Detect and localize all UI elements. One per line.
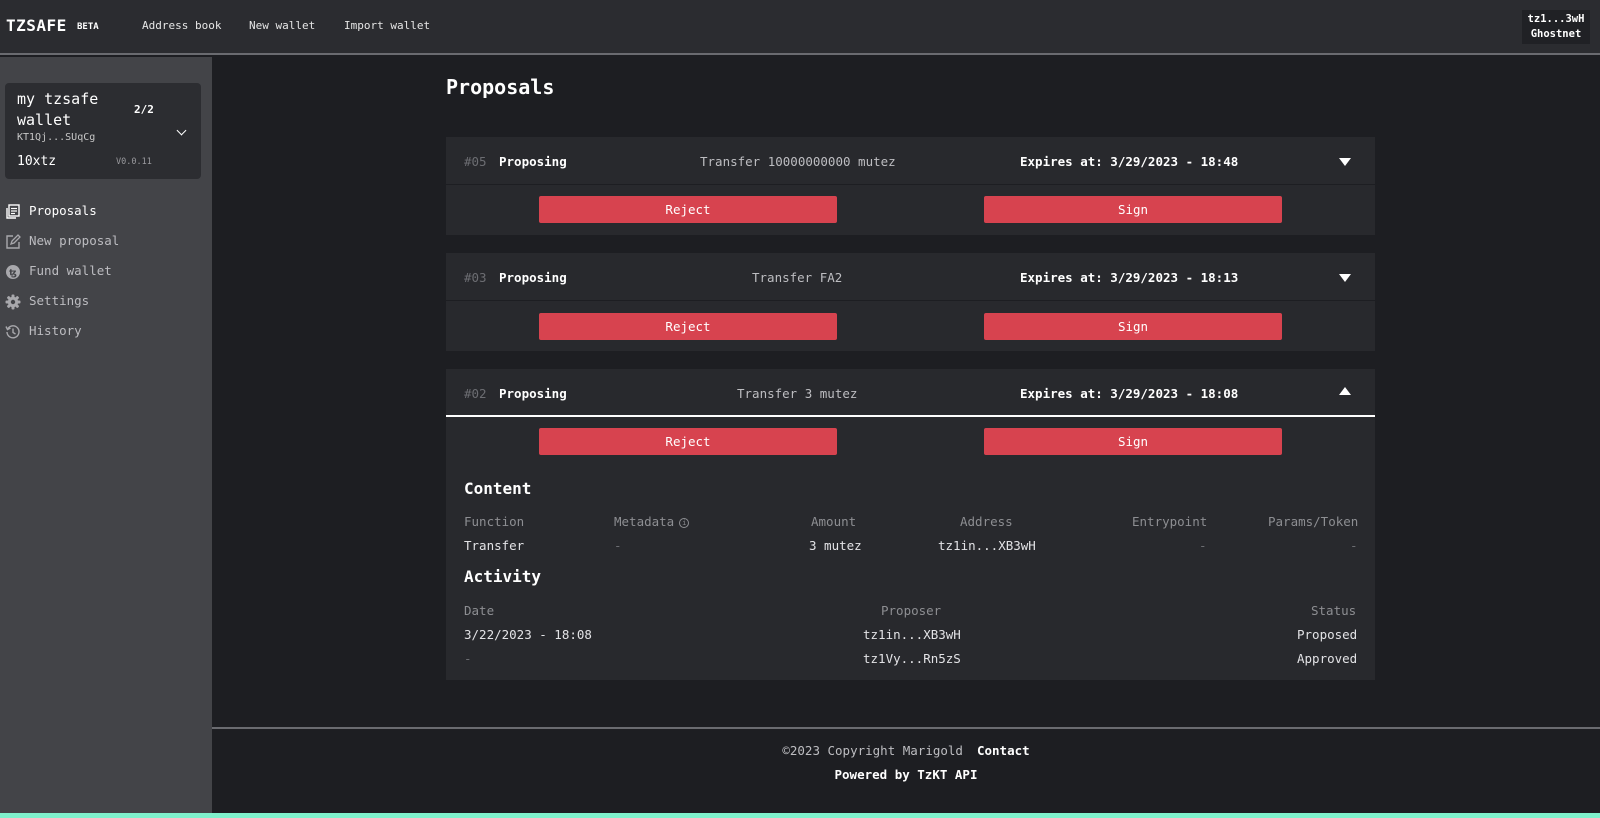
column-proposer: Proposer xyxy=(881,603,942,618)
proposal-description: Transfer FA2 xyxy=(752,270,843,285)
brand-logo[interactable]: TZSAFE xyxy=(6,16,67,35)
sign-button[interactable]: Sign xyxy=(984,313,1282,340)
proposal-expiry: Expires at: 3/29/2023 - 18:48 xyxy=(1020,154,1239,169)
content-metadata: - xyxy=(614,538,622,553)
column-status: Status xyxy=(1311,603,1357,618)
activity-proposer[interactable]: tz1in...XB3wH xyxy=(863,627,961,642)
wallet-name: my tzsafe wallet xyxy=(17,90,99,129)
proposal-card: #05 Proposing Transfer 10000000000 mutez… xyxy=(446,137,1375,235)
proposals-icon xyxy=(6,204,20,219)
reject-button[interactable]: Reject xyxy=(539,428,837,455)
activity-proposer[interactable]: tz1Vy...Rn5zS xyxy=(863,651,961,666)
proposal-description: Transfer 3 mutez xyxy=(737,386,858,401)
app-version: V0.0.11 xyxy=(116,157,152,167)
activity-date: - xyxy=(464,651,472,666)
account-button[interactable]: tz1...3wH Ghostnet xyxy=(1522,10,1590,44)
copyright-text: ©2023 Copyright Marigold xyxy=(782,743,963,758)
proposal-expiry: Expires at: 3/29/2023 - 18:13 xyxy=(1020,270,1239,285)
sidebar-item-history[interactable]: History xyxy=(5,322,195,340)
gear-icon xyxy=(5,294,21,310)
activity-heading: Activity xyxy=(464,567,542,586)
svg-text:ꜩ: ꜩ xyxy=(9,269,17,279)
beta-badge: BETA xyxy=(77,22,99,32)
activity-status: Approved xyxy=(1297,651,1358,666)
proposal-card-expanded: #02 Proposing Transfer 3 mutez Expires a… xyxy=(446,369,1375,680)
reject-button[interactable]: Reject xyxy=(539,313,837,340)
proposal-card: #03 Proposing Transfer FA2 Expires at: 3… xyxy=(446,253,1375,351)
footer-line: ©2023 Copyright Marigold Contact xyxy=(212,743,1600,758)
page-title: Proposals xyxy=(446,75,555,99)
proposal-state: Proposing xyxy=(499,154,567,169)
activity-status: Proposed xyxy=(1297,627,1358,642)
activity-date: 3/22/2023 - 18:08 xyxy=(464,627,592,642)
proposal-description: Transfer 10000000000 mutez xyxy=(700,154,896,169)
content-function: Transfer xyxy=(464,538,525,553)
proposal-header[interactable]: #02 Proposing Transfer 3 mutez Expires a… xyxy=(446,369,1375,417)
proposal-expiry: Expires at: 3/29/2023 - 18:08 xyxy=(1020,386,1239,401)
tezos-coin-icon: ꜩ xyxy=(6,265,20,279)
content-heading: Content xyxy=(464,479,532,498)
proposal-header[interactable]: #03 Proposing Transfer FA2 Expires at: 3… xyxy=(446,253,1375,301)
footer: ©2023 Copyright Marigold Contact Powered … xyxy=(212,727,1600,813)
content-amount: 3 mutez xyxy=(809,538,862,553)
sidebar-item-new-proposal[interactable]: New proposal xyxy=(5,232,195,250)
nav-address-book[interactable]: Address book xyxy=(142,19,221,32)
collapse-icon[interactable] xyxy=(1339,387,1351,395)
column-function: Function xyxy=(464,514,525,529)
proposal-id: #05 xyxy=(464,154,487,169)
contact-link[interactable]: Contact xyxy=(977,743,1030,758)
nav-new-wallet[interactable]: New wallet xyxy=(249,19,315,32)
column-metadata-label: Metadata xyxy=(614,514,675,529)
proposal-header[interactable]: #05 Proposing Transfer 10000000000 mutez… xyxy=(446,137,1375,185)
account-network: Ghostnet xyxy=(1530,28,1582,40)
info-icon[interactable]: i xyxy=(679,518,690,528)
column-amount: Amount xyxy=(811,514,857,529)
column-address: Address xyxy=(960,514,1013,529)
sidebar-item-proposals[interactable]: Proposals xyxy=(5,202,195,220)
content-params-token: - xyxy=(1350,538,1358,553)
content-address[interactable]: tz1in...XB3wH xyxy=(938,538,1036,553)
wallet-balance: 10xtz xyxy=(17,154,57,169)
edit-icon xyxy=(6,234,21,249)
sidebar: my tzsafe wallet 2/2 KT1Qj...SUqCg 10xtz… xyxy=(0,57,212,813)
history-icon xyxy=(5,325,20,339)
bottom-accent-bar xyxy=(0,813,1600,818)
column-entrypoint: Entrypoint xyxy=(1132,514,1208,529)
column-date: Date xyxy=(464,603,495,618)
sidebar-item-label: Settings xyxy=(29,293,90,308)
wallet-selector[interactable]: my tzsafe wallet 2/2 KT1Qj...SUqCg 10xtz… xyxy=(5,83,201,179)
proposal-state: Proposing xyxy=(499,386,567,401)
column-params-token: Params/Token xyxy=(1268,514,1359,529)
sign-button[interactable]: Sign xyxy=(984,428,1282,455)
powered-by-link[interactable]: Powered by TzKT API xyxy=(212,767,1600,782)
proposal-id: #03 xyxy=(464,270,487,285)
wallet-threshold: 2/2 xyxy=(134,103,154,116)
sidebar-item-label: History xyxy=(29,323,82,338)
proposal-id: #02 xyxy=(464,386,487,401)
sidebar-item-label: Proposals xyxy=(29,203,97,218)
nav-import-wallet[interactable]: Import wallet xyxy=(344,19,430,32)
sidebar-item-settings[interactable]: Settings xyxy=(5,292,195,310)
top-navbar: TZSAFE BETA Address book New wallet Impo… xyxy=(0,0,1600,55)
expand-icon[interactable] xyxy=(1339,158,1351,166)
sign-button[interactable]: Sign xyxy=(984,196,1282,223)
content-entrypoint: - xyxy=(1199,538,1207,553)
proposal-state: Proposing xyxy=(499,270,567,285)
column-metadata: Metadata i xyxy=(614,514,690,529)
expand-icon[interactable] xyxy=(1339,274,1351,282)
chevron-down-icon xyxy=(176,125,187,136)
sidebar-item-label: New proposal xyxy=(29,233,120,248)
wallet-address: KT1Qj...SUqCg xyxy=(17,132,96,143)
reject-button[interactable]: Reject xyxy=(539,196,837,223)
sidebar-item-fund-wallet[interactable]: ꜩ Fund wallet xyxy=(5,262,195,280)
sidebar-item-label: Fund wallet xyxy=(29,263,112,278)
account-address: tz1...3wH xyxy=(1527,13,1585,25)
